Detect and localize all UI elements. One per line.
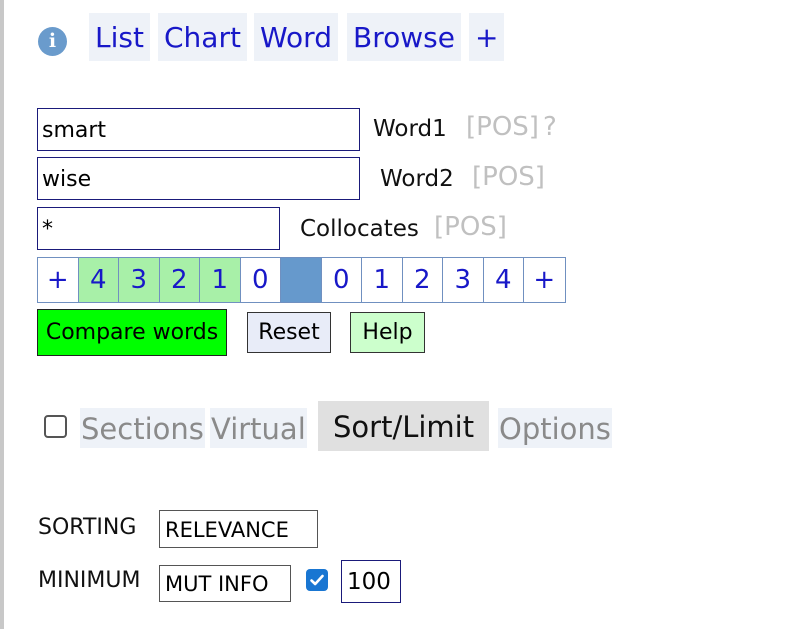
word2-pos-link[interactable]: [POS] [472, 162, 545, 192]
span-right-2[interactable]: 2 [402, 258, 443, 302]
sorting-label: SORTING [38, 515, 137, 540]
span-left-3[interactable]: 3 [119, 258, 160, 302]
tab-list[interactable]: List [89, 13, 150, 61]
span-right-more[interactable]: + [524, 258, 565, 302]
span-right-1[interactable]: 1 [362, 258, 403, 302]
span-left-0[interactable]: 0 [240, 258, 281, 302]
minimum-checkbox[interactable] [306, 569, 328, 591]
word2-label: Word2 [380, 166, 454, 192]
span-selector: + 4 3 2 1 0 0 1 2 3 4 + [37, 257, 566, 303]
span-left-1[interactable]: 1 [200, 258, 241, 302]
sections-checkbox[interactable] [44, 415, 67, 438]
tab-sections[interactable]: Sections [80, 408, 205, 448]
span-right-4[interactable]: 4 [483, 258, 524, 302]
word2-input[interactable]: wise [37, 157, 360, 200]
sorting-select[interactable]: RELEVANCE [159, 510, 318, 548]
span-left-2[interactable]: 2 [159, 258, 200, 302]
word1-input[interactable]: smart [37, 108, 360, 151]
tab-virtual[interactable]: Virtual [210, 408, 307, 448]
tab-word[interactable]: Word [254, 13, 338, 61]
left-border [0, 0, 4, 629]
span-left-more[interactable]: + [38, 258, 79, 302]
span-right-0[interactable]: 0 [321, 258, 362, 302]
tab-options[interactable]: Options [498, 408, 612, 448]
collocates-input[interactable]: * [37, 207, 280, 250]
word1-pos-link[interactable]: [POS] [466, 112, 539, 142]
tab-sort-limit[interactable]: Sort/Limit [318, 401, 490, 451]
tab-chart[interactable]: Chart [158, 13, 247, 61]
tab-add[interactable]: + [469, 13, 505, 61]
compare-words-button[interactable]: Compare words [37, 309, 227, 356]
span-node [281, 258, 322, 302]
help-button[interactable]: Help [350, 312, 425, 353]
minimum-value-input[interactable]: 100 [341, 560, 401, 603]
word1-help-link[interactable]: ? [543, 112, 557, 142]
word1-label: Word1 [373, 116, 447, 142]
minimum-measure-select[interactable]: MUT INFO [159, 565, 291, 602]
span-left-4[interactable]: 4 [78, 258, 119, 302]
tab-browse[interactable]: Browse [347, 13, 461, 61]
collocates-label: Collocates [300, 216, 419, 242]
span-right-3[interactable]: 3 [443, 258, 484, 302]
reset-button[interactable]: Reset [247, 312, 331, 353]
collocates-pos-link[interactable]: [POS] [434, 212, 507, 242]
minimum-label: MINIMUM [38, 568, 141, 593]
info-icon[interactable]: i [38, 27, 67, 56]
checkmark-icon [310, 574, 324, 586]
